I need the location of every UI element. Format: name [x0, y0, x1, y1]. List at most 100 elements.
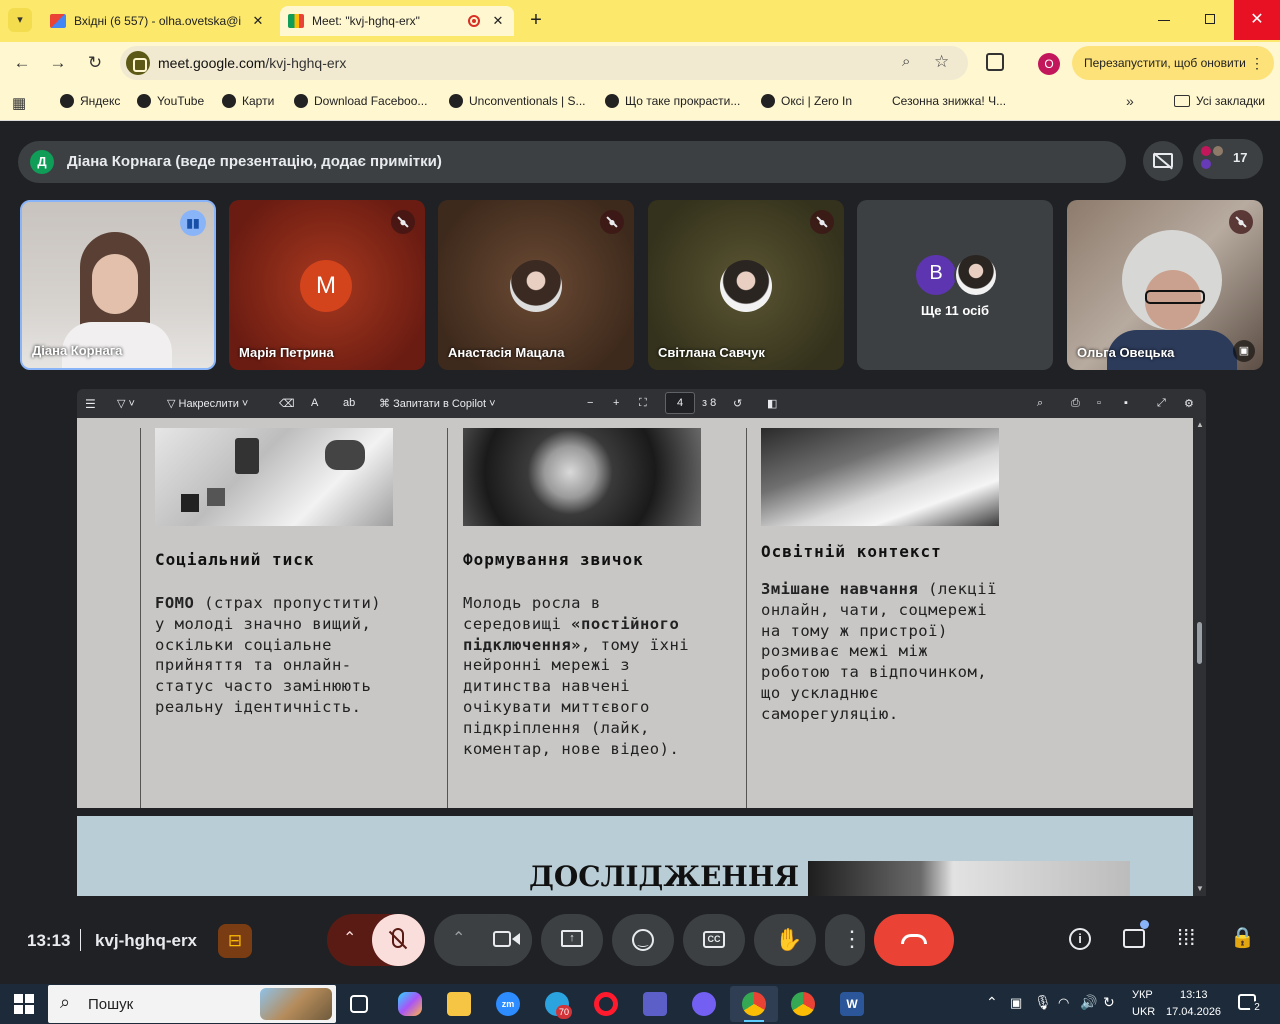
mic-toggle-button[interactable]: [372, 914, 425, 966]
reload-button[interactable]: ↻: [83, 51, 107, 75]
page-number-input[interactable]: 4: [665, 392, 695, 414]
raise-hand-button[interactable]: ✋: [754, 914, 816, 966]
participant-tile-anastasia[interactable]: ● Анастасія Мацала: [438, 200, 634, 370]
fit-page-icon[interactable]: ⛶: [639, 397, 647, 410]
bookmark-youtube[interactable]: YouTube: [137, 94, 204, 108]
settings-icon[interactable]: ⚙: [1184, 397, 1194, 410]
task-view-icon[interactable]: [350, 995, 368, 1013]
all-bookmarks[interactable]: Усі закладки: [1174, 94, 1265, 108]
read-aloud-icon[interactable]: ab: [343, 397, 355, 409]
zoom-icon[interactable]: ⌕: [902, 53, 910, 70]
bookmark-oxi[interactable]: Oкcі | Zero In: [761, 94, 852, 108]
present-button[interactable]: ↑: [541, 914, 603, 966]
scroll-down-icon[interactable]: ▼: [1196, 884, 1204, 893]
maximize-button[interactable]: [1205, 14, 1215, 24]
chat-icon[interactable]: [1123, 929, 1145, 948]
speaking-icon: ▮▮: [180, 210, 206, 236]
chrome-profile-icon[interactable]: [791, 992, 815, 1016]
bookmark-sale[interactable]: Сезонна знижка! Ч...: [892, 94, 1006, 108]
hide-presentation-button[interactable]: [1143, 141, 1183, 181]
chevron-right-icon[interactable]: »: [1126, 93, 1134, 109]
captions-button[interactable]: CC: [683, 914, 745, 966]
clock-time[interactable]: 13:13: [1180, 989, 1208, 1001]
file-explorer-icon[interactable]: [447, 992, 471, 1016]
save-as-icon[interactable]: ▪: [1124, 397, 1128, 409]
info-icon[interactable]: i: [1069, 928, 1091, 950]
participant-tile-diana[interactable]: ▮▮ Діана Корнага: [20, 200, 216, 370]
print-icon[interactable]: ⎙: [1071, 397, 1080, 410]
scroll-thumb[interactable]: [1197, 622, 1202, 664]
participant-tile-svitlana[interactable]: ● Світлана Савчук: [648, 200, 844, 370]
fullscreen-icon[interactable]: ⤢: [1157, 397, 1166, 410]
reactions-button[interactable]: ‿: [612, 914, 674, 966]
save-app-icon[interactable]: [643, 992, 667, 1016]
viber-icon[interactable]: [692, 992, 716, 1016]
apps-icon[interactable]: ▦: [12, 94, 26, 112]
word-icon[interactable]: W: [840, 992, 864, 1016]
close-tab-icon[interactable]: ✕: [250, 13, 266, 29]
tray-chevron-icon[interactable]: ⌃: [986, 994, 998, 1011]
save-icon[interactable]: ▫: [1097, 397, 1101, 409]
tab-gmail[interactable]: Вхідні (6 557) - olha.ovetska@i ✕: [42, 6, 274, 36]
zoom-app-icon[interactable]: zm: [496, 992, 520, 1016]
minimize-button[interactable]: [1158, 20, 1170, 21]
extensions-icon[interactable]: [986, 53, 1004, 71]
eraser-icon[interactable]: ⌫: [279, 397, 295, 410]
close-window-button[interactable]: ✕: [1234, 0, 1280, 40]
new-tab-button[interactable]: +: [526, 8, 546, 32]
host-controls-icon[interactable]: 🔒: [1230, 925, 1255, 950]
sync-icon[interactable]: ↻: [1103, 994, 1115, 1011]
bookmark-maps[interactable]: Карти: [222, 94, 274, 108]
meet-tray-icon[interactable]: ▣: [1010, 995, 1022, 1011]
draw-button[interactable]: ▽ Накреслити ˅: [167, 397, 248, 410]
clock-date[interactable]: 17.04.2026: [1166, 1006, 1221, 1018]
breakout-room-icon[interactable]: ⊟: [218, 924, 252, 958]
participant-tile-maria[interactable]: ● M Марія Петрина: [229, 200, 425, 370]
text-format-icon[interactable]: A: [311, 397, 318, 409]
close-tab-icon[interactable]: ✕: [490, 13, 506, 29]
page-view-icon[interactable]: ◧: [767, 397, 777, 410]
start-button[interactable]: [14, 994, 34, 1014]
zoom-in-button[interactable]: +: [613, 397, 619, 409]
opera-icon[interactable]: [594, 992, 618, 1016]
camera-toggle-button[interactable]: [479, 914, 532, 966]
microphone-tray-icon[interactable]: 🎙: [1034, 994, 1052, 1011]
participant-tile-olha[interactable]: ● ▣ Ольга Овецька: [1067, 200, 1263, 370]
profile-avatar[interactable]: O: [1038, 53, 1060, 75]
contents-icon[interactable]: ☰: [85, 397, 96, 411]
language-top[interactable]: УКР: [1132, 989, 1153, 1001]
bookmark-unconventionals[interactable]: Unconventionals | S...: [449, 94, 586, 108]
zoom-out-button[interactable]: −: [587, 397, 593, 409]
more-options-button[interactable]: ⋮: [825, 914, 865, 966]
more-participants-tile[interactable]: B Ще 11 осіб: [857, 200, 1053, 370]
copilot-button[interactable]: ⌘ Запитати в Copilot ˅: [379, 397, 496, 410]
tab-search-button[interactable]: ▾: [8, 8, 32, 32]
bookmark-facebook[interactable]: Download Faceboo...: [294, 94, 427, 108]
highlight-icon[interactable]: ▽ ˅: [117, 397, 135, 410]
update-button[interactable]: Перезапустити, щоб оновити ⋮: [1072, 46, 1274, 80]
star-icon[interactable]: ☆: [934, 52, 949, 72]
copilot-icon[interactable]: [398, 992, 422, 1016]
omnibox[interactable]: meet.google.com/kvj-hghq-erx ⌕ ☆: [120, 46, 968, 80]
tab-meet[interactable]: Meet: "kvj-hghq-erx" ✕: [280, 6, 514, 36]
chrome-icon[interactable]: [742, 992, 766, 1016]
bookmark-procrastination[interactable]: Що таке прокрасти...: [605, 94, 740, 108]
pdf-scrollbar[interactable]: ▲ ▼: [1193, 418, 1206, 896]
activities-icon[interactable]: ⁞⁞⁞: [1177, 925, 1195, 951]
language-bottom[interactable]: UKR: [1132, 1006, 1155, 1018]
leave-call-button[interactable]: [874, 914, 954, 966]
search-icon[interactable]: ⌕: [1037, 397, 1043, 410]
site-info-icon[interactable]: [126, 51, 150, 75]
forward-button[interactable]: →: [46, 51, 70, 75]
pip-icon[interactable]: ▣: [1233, 340, 1255, 362]
wifi-icon[interactable]: ◠: [1058, 995, 1069, 1011]
back-button[interactable]: ←: [10, 51, 34, 75]
volume-icon[interactable]: 🔊: [1080, 994, 1097, 1011]
participants-button[interactable]: 17: [1193, 139, 1263, 179]
bookmark-yandex[interactable]: Яндекс: [60, 94, 120, 108]
taskbar-search[interactable]: ⌕ Пошук: [48, 985, 336, 1023]
audio-options-button[interactable]: ⌃: [343, 928, 356, 948]
video-options-button[interactable]: ⌃: [452, 928, 465, 948]
rotate-icon[interactable]: ↺: [733, 397, 742, 410]
scroll-up-icon[interactable]: ▲: [1196, 420, 1204, 429]
